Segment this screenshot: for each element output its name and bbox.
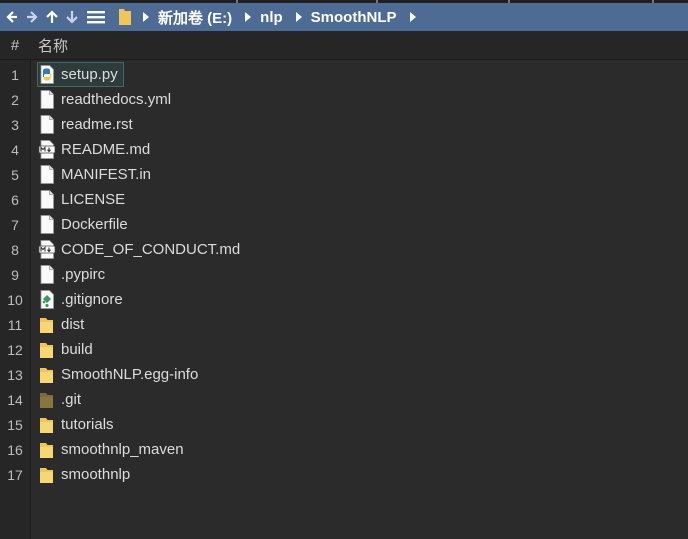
file-name[interactable]: smoothnlp_maven: [61, 440, 184, 459]
file-name[interactable]: .git: [61, 390, 81, 409]
file-row[interactable]: 12 build: [0, 337, 688, 362]
file-name[interactable]: SmoothNLP.egg-info: [61, 365, 198, 384]
file-name[interactable]: .gitignore: [61, 290, 123, 309]
file-row[interactable]: 15 tutorials: [0, 412, 688, 437]
breadcrumb-smoothnlp[interactable]: SmoothNLP: [311, 9, 397, 26]
row-number: 12: [7, 341, 23, 358]
hamburger-menu-icon: [87, 11, 105, 24]
file-row[interactable]: 6 LICENSE: [0, 187, 688, 212]
row-number: 1: [11, 66, 19, 83]
file-row[interactable]: 5 MANIFEST.in: [0, 162, 688, 187]
column-header: # 名称: [0, 31, 688, 60]
file-row[interactable]: 11 dist: [0, 312, 688, 337]
row-number: 14: [7, 391, 23, 408]
gitignore-file-icon: [38, 290, 56, 309]
file-name[interactable]: README.md: [61, 140, 150, 159]
chevron-right-icon: [295, 11, 303, 23]
row-number: 4: [11, 141, 19, 158]
file-name[interactable]: tutorials: [61, 415, 114, 434]
file-name[interactable]: MANIFEST.in: [61, 165, 151, 184]
folder-icon: [38, 415, 56, 434]
file-icon: [38, 265, 56, 284]
markdown-file-icon: [38, 240, 56, 259]
file-name[interactable]: build: [61, 340, 93, 359]
file-name[interactable]: smoothnlp: [61, 465, 130, 484]
file-icon: [38, 90, 56, 109]
row-number: 6: [11, 191, 19, 208]
file-row[interactable]: 16 smoothnlp_maven: [0, 437, 688, 462]
file-row[interactable]: 10 .gitignore: [0, 287, 688, 312]
file-icon: [38, 115, 56, 134]
chevron-right-icon[interactable]: [409, 11, 417, 23]
row-number: 15: [7, 416, 23, 433]
file-icon: [38, 215, 56, 234]
up-button[interactable]: [42, 3, 62, 31]
file-name[interactable]: Dockerfile: [61, 215, 128, 234]
breadcrumb-drive[interactable]: 新加卷 (E:): [158, 7, 232, 28]
folder-icon: [38, 365, 56, 384]
file-row[interactable]: 8 CODE_OF_CONDUCT.md: [0, 237, 688, 262]
chevron-right-icon: [244, 11, 252, 23]
arrow-up-icon: [46, 10, 58, 23]
file-row[interactable]: 13 SmoothNLP.egg-info: [0, 362, 688, 387]
row-number: 9: [11, 266, 19, 283]
row-number: 17: [7, 466, 23, 483]
back-button[interactable]: [2, 3, 22, 31]
file-row[interactable]: 7 Dockerfile: [0, 212, 688, 237]
file-name[interactable]: setup.py: [61, 65, 118, 84]
file-name[interactable]: dist: [61, 315, 84, 334]
forward-button[interactable]: [22, 3, 42, 31]
arrow-right-icon: [27, 11, 38, 23]
file-name[interactable]: CODE_OF_CONDUCT.md: [61, 240, 240, 259]
file-row[interactable]: 14 .git: [0, 387, 688, 412]
file-name[interactable]: .pypirc: [61, 265, 105, 284]
file-name[interactable]: readme.rst: [61, 115, 133, 134]
folder-icon: [118, 8, 132, 26]
markdown-file-icon: [38, 140, 56, 159]
file-row[interactable]: 17 smoothnlp: [0, 462, 688, 487]
arrow-down-icon: [66, 11, 78, 24]
row-number: 10: [7, 291, 23, 308]
name-column-header[interactable]: 名称: [30, 35, 68, 56]
arrow-left-icon: [6, 11, 17, 23]
row-number: 3: [11, 116, 19, 133]
file-icon: [38, 190, 56, 209]
file-row[interactable]: 9 .pypirc: [0, 262, 688, 287]
chevron-right-icon: [142, 11, 150, 23]
navigation-toolbar: 新加卷 (E:) nlp SmoothNLP: [0, 3, 688, 31]
file-name[interactable]: readthedocs.yml: [61, 90, 171, 109]
file-icon: [38, 165, 56, 184]
file-row[interactable]: 3 readme.rst: [0, 112, 688, 137]
folder-icon: [38, 440, 56, 459]
file-row[interactable]: 1 setup.py: [0, 62, 688, 87]
python-file-icon: [38, 65, 56, 84]
file-row[interactable]: 4 README.md: [0, 137, 688, 162]
row-number: 5: [11, 166, 19, 183]
file-list: 1 setup.py 2 readthedocs.yml 3 readme.rst 4 REA…: [0, 62, 688, 487]
row-number: 2: [11, 91, 19, 108]
breadcrumb-nlp[interactable]: nlp: [260, 9, 283, 26]
row-number: 16: [7, 441, 23, 458]
row-number: 8: [11, 241, 19, 258]
menu-button[interactable]: [82, 3, 110, 31]
row-number: 13: [7, 366, 23, 383]
hidden-folder-icon: [38, 390, 56, 409]
file-row[interactable]: 2 readthedocs.yml: [0, 87, 688, 112]
folder-icon: [38, 315, 56, 334]
folder-icon: [38, 465, 56, 484]
file-name[interactable]: LICENSE: [61, 190, 125, 209]
row-number: 11: [7, 316, 23, 333]
index-column-header[interactable]: #: [0, 37, 30, 54]
folder-icon: [38, 340, 56, 359]
row-number: 7: [11, 216, 19, 233]
down-button[interactable]: [62, 3, 82, 31]
